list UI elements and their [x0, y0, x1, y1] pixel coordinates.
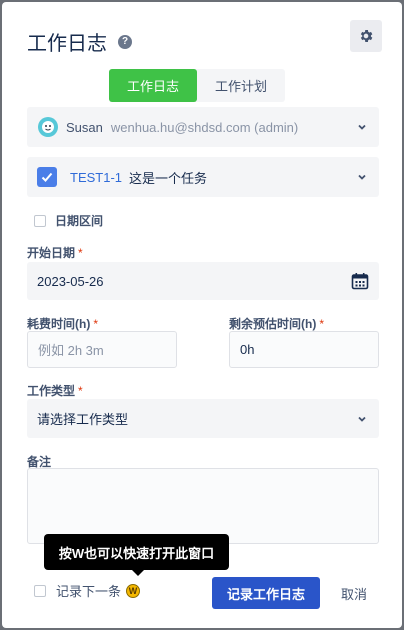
required-marker: *: [78, 384, 83, 398]
record-next-toggle[interactable]: 记录下一条 W: [34, 581, 141, 600]
chevron-down-icon: [358, 174, 366, 180]
cancel-button[interactable]: 取消: [332, 577, 376, 609]
date-range-toggle[interactable]: 日期区间: [34, 212, 103, 229]
start-date-value: 2023-05-26: [37, 273, 104, 289]
start-date-label: 开始日期 *: [27, 246, 83, 260]
task-name: 这是一个任务: [129, 170, 208, 186]
remaining-label: 剩余预估时间(h) *: [229, 317, 324, 331]
chevron-down-icon: [358, 124, 366, 130]
record-next-checkbox[interactable]: [34, 584, 46, 597]
avatar: [38, 117, 58, 137]
gear-icon: [360, 30, 373, 42]
time-spent-label: 耗费时间(h) *: [27, 317, 98, 331]
tab-work-plan[interactable]: 工作计划: [197, 69, 285, 102]
settings-button[interactable]: [350, 20, 382, 52]
lightbulb-icon[interactable]: W: [126, 583, 141, 598]
user-email: wenhua.hu@shdsd.com (admin): [110, 119, 299, 135]
work-type-select[interactable]: 请选择工作类型: [27, 399, 379, 438]
help-icon[interactable]: ?: [118, 35, 132, 49]
chevron-down-icon: [358, 416, 366, 422]
work-type-label: 工作类型 *: [27, 384, 83, 398]
submit-work-log-button[interactable]: 记录工作日志: [212, 577, 320, 609]
user-name: Susan: [66, 119, 103, 135]
start-date-input[interactable]: 2023-05-26: [27, 262, 379, 300]
time-spent-input[interactable]: 例如 2h 3m: [27, 331, 177, 368]
notes-textarea[interactable]: [27, 468, 379, 544]
work-type-placeholder: 请选择工作类型: [37, 412, 129, 427]
work-log-dialog: 工作日志 ? 工作日志 工作计划 Susan wenhua.hu@shdsd.c…: [2, 2, 402, 628]
user-select[interactable]: Susan wenhua.hu@shdsd.com (admin): [27, 107, 379, 147]
tab-work-log[interactable]: 工作日志: [109, 69, 197, 102]
required-marker: *: [78, 246, 83, 260]
time-spent-placeholder: 例如 2h 3m: [38, 343, 104, 358]
dialog-title: 工作日志: [27, 33, 107, 55]
required-marker: *: [319, 317, 324, 331]
date-range-label: 日期区间: [55, 214, 104, 228]
calendar-icon[interactable]: [351, 272, 369, 290]
remaining-input[interactable]: 0h: [229, 331, 379, 368]
tab-bar: 工作日志 工作计划: [109, 69, 285, 102]
task-select[interactable]: TEST1-1 这是一个任务: [27, 157, 379, 197]
checkmark-icon: [41, 172, 53, 182]
remaining-value: 0h: [240, 342, 255, 357]
record-next-label: 记录下一条: [56, 584, 122, 599]
shortcut-tooltip: 按W也可以快速打开此窗口: [44, 534, 229, 576]
date-range-checkbox[interactable]: [34, 214, 46, 227]
task-key-link[interactable]: TEST1-1: [70, 170, 122, 185]
task-checkbox[interactable]: [37, 167, 57, 187]
user-avatar-icon: [42, 121, 54, 133]
required-marker: *: [93, 317, 98, 331]
